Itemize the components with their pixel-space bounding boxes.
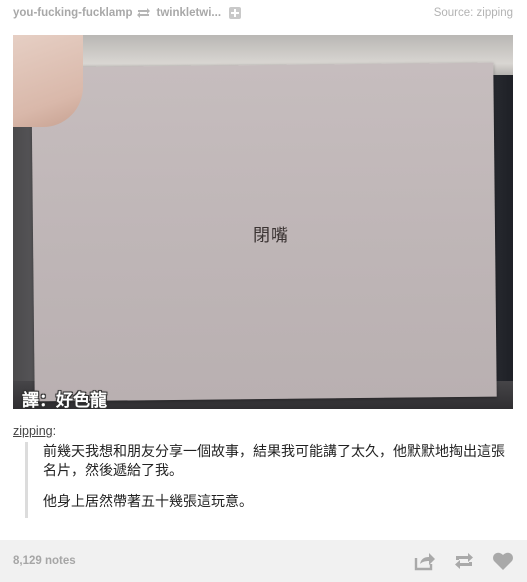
author-link[interactable]: zipping bbox=[13, 424, 53, 438]
post-header: you-fucking-fucklamp twinkletwi... Sourc… bbox=[0, 0, 527, 26]
blog-name-link[interactable]: you-fucking-fucklamp bbox=[13, 7, 132, 19]
author-suffix: : bbox=[52, 424, 57, 438]
quote-paragraph: 他身上居然帶著五十幾張這玩意。 bbox=[43, 493, 253, 509]
caption-author: zipping: bbox=[13, 424, 56, 438]
post-photo[interactable]: 閉嘴 譯：好色龍 bbox=[13, 35, 513, 409]
translator-watermark: 譯：好色龍 bbox=[22, 391, 107, 409]
reblog-arrows-icon bbox=[137, 8, 151, 18]
card-text: 閉嘴 bbox=[253, 226, 289, 246]
source-link[interactable]: Source: zipping bbox=[434, 7, 513, 19]
notes-count[interactable]: 8,129 notes bbox=[13, 555, 76, 567]
post-footer: 8,129 notes bbox=[0, 540, 527, 582]
caption-quote: 前幾天我想和朋友分享一個故事，結果我可能講了太久，他默默地掏出這張名片，然後遞給… bbox=[25, 442, 505, 518]
reblogged-from-link[interactable]: twinkletwi... bbox=[156, 7, 221, 19]
post-actions bbox=[414, 551, 514, 571]
hand-thumb bbox=[13, 35, 83, 127]
reblog-icon[interactable] bbox=[453, 551, 475, 571]
heart-icon[interactable] bbox=[492, 551, 514, 571]
quote-paragraph: 前幾天我想和朋友分享一個故事，結果我可能講了太久，他默默地掏出這張名片，然後遞給… bbox=[43, 443, 505, 478]
share-icon[interactable] bbox=[414, 551, 436, 571]
plus-icon[interactable] bbox=[229, 7, 242, 19]
